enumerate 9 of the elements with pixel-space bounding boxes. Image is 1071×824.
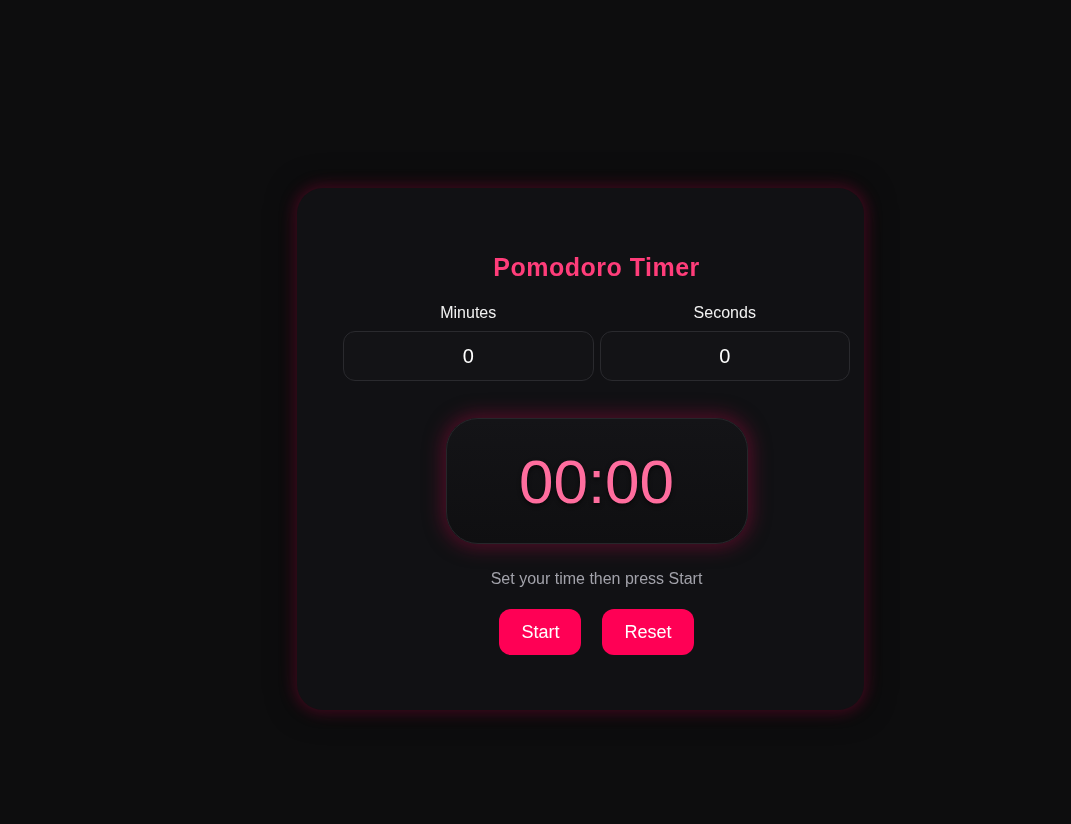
- field-label: Minutes: [440, 303, 497, 323]
- time-display: 00:00: [445, 418, 748, 544]
- input-field[interactable]: 0: [599, 331, 850, 381]
- reset-button[interactable]: Reset: [602, 609, 694, 655]
- timer-title: Pomodoro Timer: [493, 252, 700, 282]
- input-field[interactable]: 0: [343, 331, 594, 381]
- hint-text: Set your time then press Start: [490, 569, 703, 589]
- field-label: Seconds: [693, 303, 756, 323]
- start-button[interactable]: Start: [499, 609, 582, 655]
